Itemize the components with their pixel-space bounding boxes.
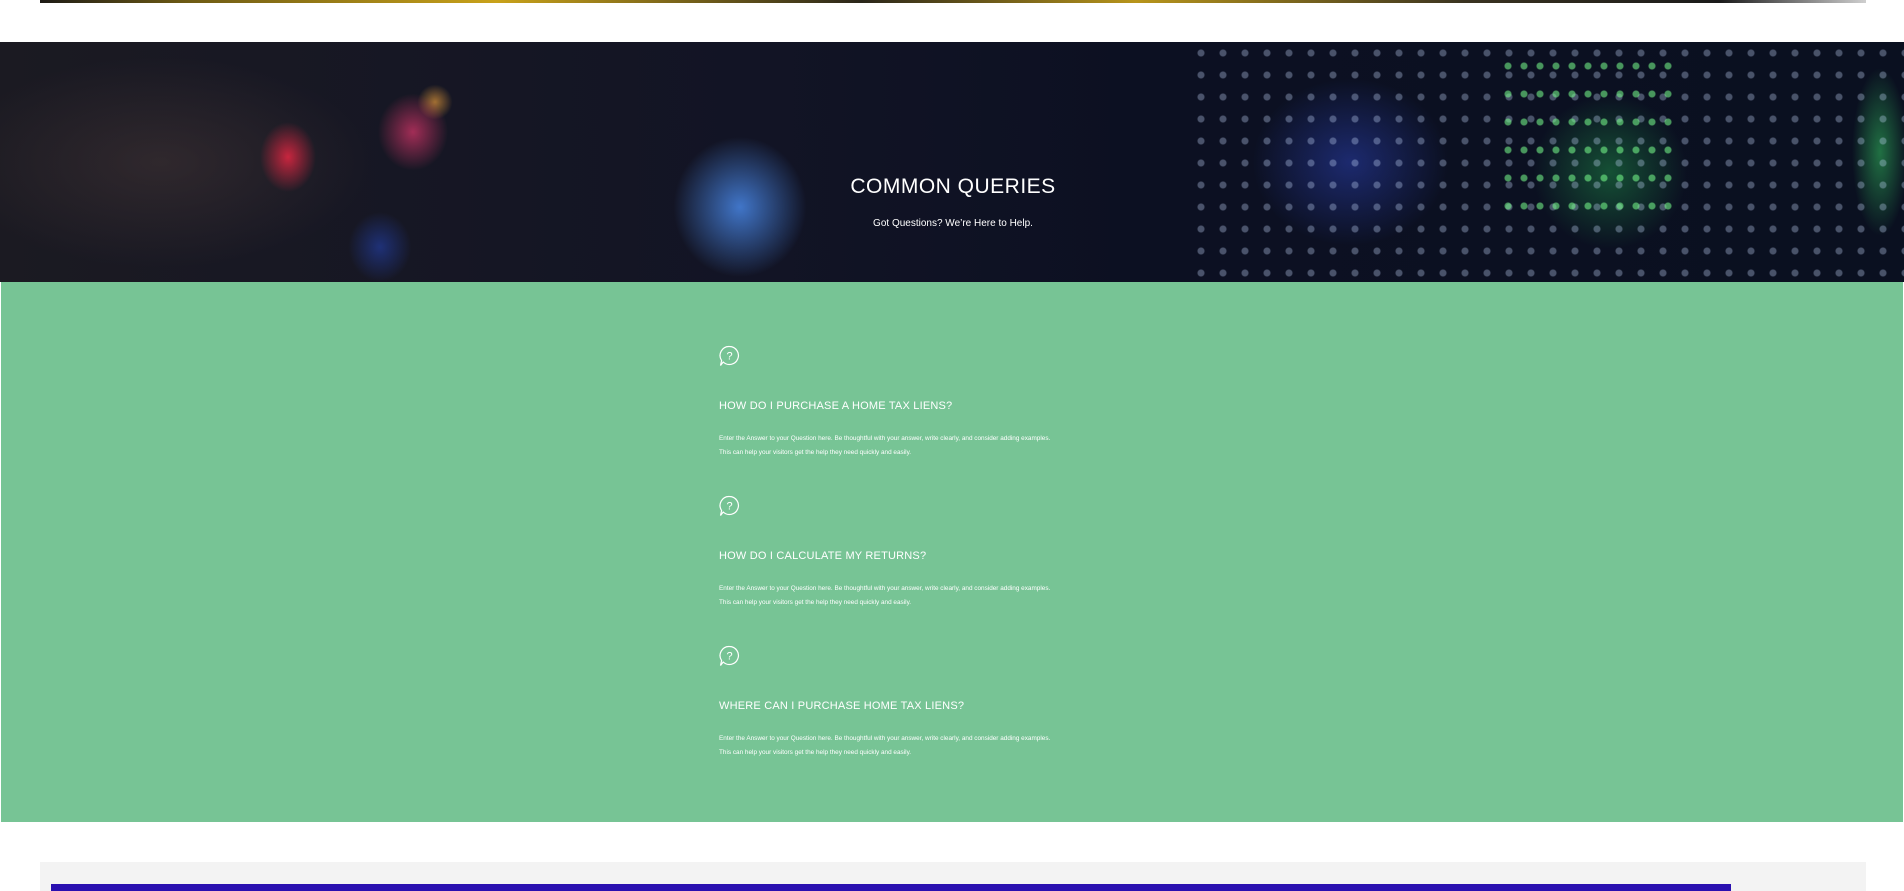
faq-item: ? HOW DO I CALCULATE MY RETURNS? Enter t… bbox=[719, 495, 1139, 606]
faq-answer: Enter the Answer to your Question here. … bbox=[719, 432, 1139, 460]
question-bubble-icon: ? bbox=[719, 345, 1139, 367]
faq-question[interactable]: HOW DO I CALCULATE MY RETURNS? bbox=[719, 550, 926, 562]
faq-section: ? HOW DO I PURCHASE A HOME TAX LIENS? En… bbox=[1, 282, 1903, 822]
faq-item: ? HOW DO I PURCHASE A HOME TAX LIENS? En… bbox=[719, 345, 1139, 456]
faq-answer: Enter the Answer to your Question here. … bbox=[719, 732, 1139, 760]
faq-answer-line: This can help your visitors get the help… bbox=[719, 449, 912, 456]
question-bubble-icon: ? bbox=[719, 645, 1139, 667]
header-image-strip bbox=[40, 0, 1866, 3]
faq-answer: Enter the Answer to your Question here. … bbox=[719, 582, 1139, 610]
svg-text:?: ? bbox=[726, 351, 732, 363]
faq-answer-line: Enter the Answer to your Question here. … bbox=[719, 735, 1051, 742]
svg-text:?: ? bbox=[726, 501, 732, 513]
hero-title: COMMON QUERIES bbox=[850, 175, 1056, 198]
question-bubble-icon: ? bbox=[719, 495, 1139, 517]
faq-answer-line: Enter the Answer to your Question here. … bbox=[719, 435, 1051, 442]
faq-answer-line: This can help your visitors get the help… bbox=[719, 749, 912, 756]
faq-answer-line: Enter the Answer to your Question here. … bbox=[719, 585, 1051, 592]
faq-question[interactable]: HOW DO I PURCHASE A HOME TAX LIENS? bbox=[719, 400, 952, 412]
faq-answer-line: This can help your visitors get the help… bbox=[719, 599, 912, 606]
svg-text:?: ? bbox=[726, 651, 732, 663]
faq-item: ? WHERE CAN I PURCHASE HOME TAX LIENS? E… bbox=[719, 645, 1139, 756]
hero-subtitle: Got Questions? We’re Here to Help. bbox=[873, 218, 1033, 229]
footer-bar bbox=[51, 884, 1731, 891]
faq-question[interactable]: WHERE CAN I PURCHASE HOME TAX LIENS? bbox=[719, 700, 964, 712]
hero-banner: COMMON QUERIES Got Questions? We’re Here… bbox=[0, 42, 1904, 282]
